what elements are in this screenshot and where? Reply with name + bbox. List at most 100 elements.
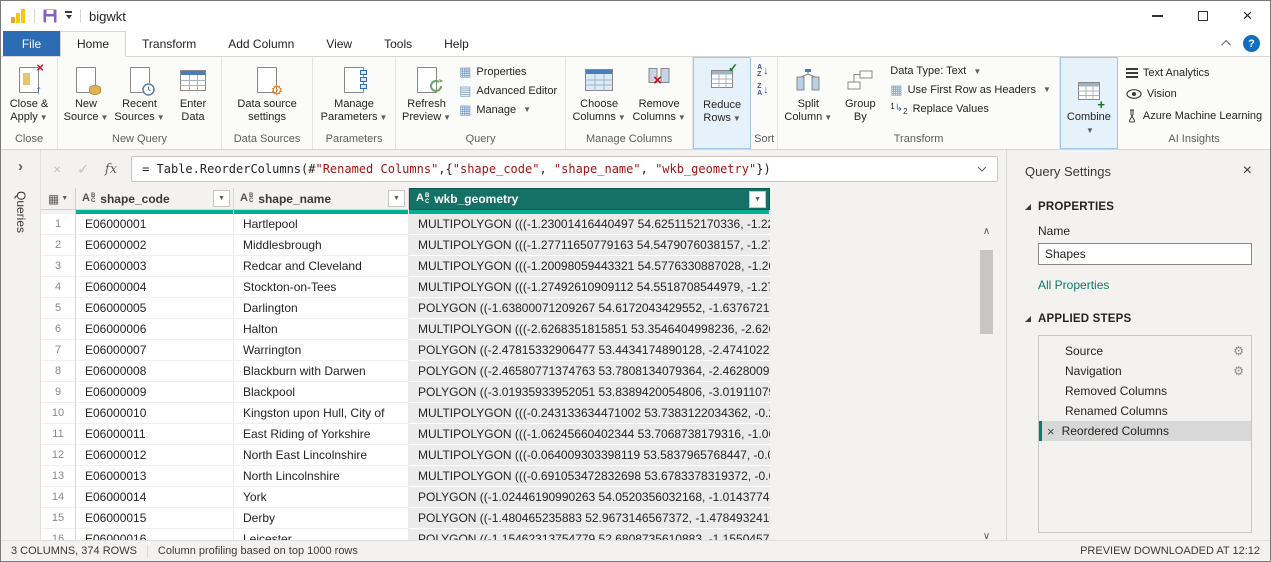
data-source-settings-button[interactable]: ⚙ Data source settings <box>225 59 309 124</box>
window-close-button[interactable]: × <box>1225 1 1270 31</box>
cell-shape-name[interactable]: East Riding of Yorkshire <box>234 424 409 445</box>
cell-shape-code[interactable]: E06000001 <box>76 214 234 235</box>
maximize-button[interactable] <box>1180 1 1225 31</box>
group-by-button[interactable]: Group By <box>835 59 885 124</box>
cell-wkb-geometry[interactable]: POLYGON ((-2.46580771374763 53.780813407… <box>409 361 770 382</box>
row-number[interactable]: 9 <box>41 382 76 403</box>
row-number[interactable]: 12 <box>41 445 76 466</box>
expand-queries-pane-icon[interactable]: › <box>1 150 40 175</box>
formula-input[interactable]: = Table.ReorderColumns(#"Renamed Columns… <box>131 156 998 182</box>
cell-wkb-geometry[interactable]: POLYGON ((-1.63800071209267 54.617204342… <box>409 298 770 319</box>
sort-descending-button[interactable]: ZA↓ <box>757 83 769 97</box>
cell-shape-name[interactable]: Blackburn with Darwen <box>234 361 409 382</box>
column-header-shape-code[interactable]: ABC shape_code ▼ <box>76 188 234 210</box>
choose-columns-button[interactable]: Choose Columns▼ <box>569 59 629 124</box>
tab-tools[interactable]: Tools <box>368 31 428 56</box>
cell-shape-code[interactable]: E06000006 <box>76 319 234 340</box>
azure-machine-learning-button[interactable]: Azure Machine Learning <box>1126 109 1262 123</box>
commit-formula-icon[interactable]: ✓ <box>77 161 89 178</box>
cell-shape-code[interactable]: E06000005 <box>76 298 234 319</box>
tab-view[interactable]: View <box>310 31 368 56</box>
advanced-editor-button[interactable]: ▤Advanced Editor <box>459 84 557 97</box>
cell-shape-code[interactable]: E06000014 <box>76 487 234 508</box>
applied-step-reordered-columns[interactable]: ×Reordered Columns <box>1039 421 1251 441</box>
collapse-ribbon-icon[interactable] <box>1221 40 1231 50</box>
close-apply-button[interactable]: ×↑ Close & Apply▼ <box>4 59 54 124</box>
row-number[interactable]: 15 <box>41 508 76 529</box>
properties-button[interactable]: ▦Properties <box>459 65 557 78</box>
scrollbar-thumb[interactable] <box>980 250 993 334</box>
use-first-row-as-headers-button[interactable]: ▦Use First Row as Headers▼ <box>890 83 1051 96</box>
tab-add-column[interactable]: Add Column <box>212 31 310 56</box>
cell-wkb-geometry[interactable]: MULTIPOLYGON (((-0.064009303398119 53.58… <box>409 445 770 466</box>
cell-wkb-geometry[interactable]: MULTIPOLYGON (((-1.27711650779163 54.547… <box>409 235 770 256</box>
cell-wkb-geometry[interactable]: MULTIPOLYGON (((-0.691053472832698 53.67… <box>409 466 770 487</box>
cell-shape-name[interactable]: Middlesbrough <box>234 235 409 256</box>
row-number[interactable]: 11 <box>41 424 76 445</box>
cell-shape-code[interactable]: E06000015 <box>76 508 234 529</box>
filter-button[interactable]: ▼ <box>388 190 405 207</box>
applied-steps-section-header[interactable]: APPLIED STEPS <box>1025 313 1252 325</box>
text-type-icon[interactable]: ABC <box>416 193 429 205</box>
text-type-icon[interactable]: ABC <box>82 193 95 205</box>
manage-button[interactable]: ▦Manage▼ <box>459 103 557 116</box>
tab-help[interactable]: Help <box>428 31 485 56</box>
manage-parameters-button[interactable]: Manage Parameters▼ <box>316 59 392 124</box>
cell-wkb-geometry[interactable]: MULTIPOLYGON (((-1.20098059443321 54.577… <box>409 256 770 277</box>
vertical-scrollbar[interactable]: ∧ ∨ <box>979 226 994 528</box>
combine-button[interactable]: + Combine ▼ <box>1064 72 1114 137</box>
cell-shape-name[interactable]: Hartlepool <box>234 214 409 235</box>
cell-shape-name[interactable]: North East Lincolnshire <box>234 445 409 466</box>
data-type-button[interactable]: Data Type: Text▼ <box>890 65 1051 77</box>
cell-shape-name[interactable]: Stockton-on-Tees <box>234 277 409 298</box>
help-button[interactable]: ? <box>1243 35 1260 52</box>
cell-shape-name[interactable]: Blackpool <box>234 382 409 403</box>
cell-shape-code[interactable]: E06000013 <box>76 466 234 487</box>
cell-shape-name[interactable]: Redcar and Cleveland <box>234 256 409 277</box>
cell-shape-code[interactable]: E06000003 <box>76 256 234 277</box>
row-number[interactable]: 8 <box>41 361 76 382</box>
step-settings-gear-icon[interactable]: ⚙ <box>1233 344 1244 358</box>
filter-button[interactable]: ▼ <box>749 191 766 208</box>
recent-sources-button[interactable]: Recent Sources▼ <box>111 59 168 124</box>
scroll-up-icon[interactable]: ∧ <box>979 226 994 237</box>
cell-shape-code[interactable]: E06000004 <box>76 277 234 298</box>
new-source-button[interactable]: New Source▼ <box>61 59 111 124</box>
cell-wkb-geometry[interactable]: MULTIPOLYGON (((-2.6268351815851 53.3546… <box>409 319 770 340</box>
column-header-shape-name[interactable]: ABC shape_name ▼ <box>234 188 409 210</box>
properties-section-header[interactable]: PROPERTIES <box>1025 201 1252 213</box>
cell-shape-name[interactable]: York <box>234 487 409 508</box>
enter-data-button[interactable]: Enter Data <box>168 59 218 124</box>
cell-shape-name[interactable]: Halton <box>234 319 409 340</box>
cell-shape-name[interactable]: Derby <box>234 508 409 529</box>
row-number[interactable]: 4 <box>41 277 76 298</box>
tab-file[interactable]: File <box>3 31 60 56</box>
cell-shape-name[interactable]: North Lincolnshire <box>234 466 409 487</box>
save-icon[interactable] <box>43 9 57 23</box>
applied-step-source[interactable]: Source⚙ <box>1039 341 1251 361</box>
row-number[interactable]: 14 <box>41 487 76 508</box>
cell-shape-code[interactable]: E06000011 <box>76 424 234 445</box>
refresh-preview-button[interactable]: Refresh Preview▼ <box>399 59 454 124</box>
filter-button[interactable]: ▼ <box>213 190 230 207</box>
tab-transform[interactable]: Transform <box>126 31 212 56</box>
delete-step-icon[interactable]: × <box>1047 424 1055 439</box>
cell-shape-code[interactable]: E06000008 <box>76 361 234 382</box>
row-number[interactable]: 3 <box>41 256 76 277</box>
applied-step-navigation[interactable]: Navigation⚙ <box>1039 361 1251 381</box>
applied-step-renamed-columns[interactable]: Renamed Columns <box>1039 401 1251 421</box>
column-header-wkb-geometry[interactable]: ABC wkb_geometry ▼ <box>409 188 770 210</box>
cell-wkb-geometry[interactable]: POLYGON ((-2.47815332906477 53.443417489… <box>409 340 770 361</box>
minimize-button[interactable] <box>1135 1 1180 31</box>
text-type-icon[interactable]: ABC <box>240 193 253 205</box>
formula-text[interactable]: = Table.ReorderColumns(#"Renamed Columns… <box>142 162 977 176</box>
cell-wkb-geometry[interactable]: POLYGON ((-3.01935933952051 53.838942005… <box>409 382 770 403</box>
tab-home[interactable]: Home <box>60 31 126 57</box>
cell-wkb-geometry[interactable]: POLYGON ((-1.480465235883 52.96731465673… <box>409 508 770 529</box>
vision-button[interactable]: Vision <box>1126 88 1262 100</box>
cell-wkb-geometry[interactable]: MULTIPOLYGON (((-0.243133634471002 53.73… <box>409 403 770 424</box>
expand-formula-bar-icon[interactable] <box>977 166 987 172</box>
sort-ascending-button[interactable]: AZ↓ <box>757 64 769 78</box>
table-select-all-button[interactable]: ▦▼ <box>41 188 76 210</box>
cell-shape-code[interactable]: E06000010 <box>76 403 234 424</box>
